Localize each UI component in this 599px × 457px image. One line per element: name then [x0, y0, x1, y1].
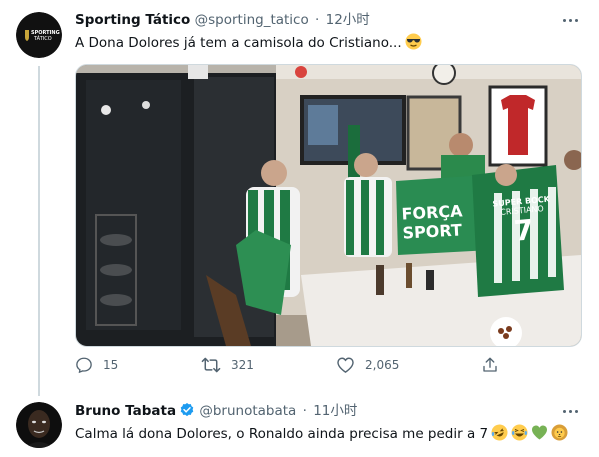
retweet-button[interactable]: 321 [201, 356, 254, 374]
user-handle[interactable]: @brunotabata [199, 403, 296, 419]
tweet-1-text: A Dona Dolores já tem a camisola do Cris… [75, 33, 422, 55]
heart-icon [336, 356, 355, 374]
separator-dot: · [315, 12, 320, 28]
jersey-text: SUPER BOCK CRISTIANO 7 [486, 194, 560, 250]
display-name[interactable]: Bruno Tabata [75, 403, 176, 419]
green-heart-emoji-icon [531, 424, 548, 446]
grinning-squinting-face-emoji-icon [511, 424, 528, 446]
tweet-text: Calma lá dona Dolores, o Ronaldo ainda p… [75, 426, 489, 442]
tweet-1-header: Sporting Tático @sporting_tatico · 12小时 [75, 11, 370, 29]
more-options-icon[interactable] [560, 13, 580, 27]
share-button[interactable] [481, 356, 499, 374]
lion-face-emoji-icon [551, 424, 568, 446]
tweet-video-media[interactable]: FORÇA SPORT SUPER BOCK CRISTIANO 7 [75, 64, 582, 347]
timestamp[interactable]: 12小时 [326, 12, 370, 28]
like-count: 2,065 [365, 358, 400, 372]
flag-text-line-2: SPORT [402, 220, 463, 243]
bruno-tabata-avatar[interactable] [16, 402, 62, 448]
sporting-tatico-avatar[interactable]: SPORTING TÁTICO [16, 12, 62, 58]
user-handle[interactable]: @sporting_tatico [195, 12, 309, 28]
tweet-2-text: Calma lá dona Dolores, o Ronaldo ainda p… [75, 424, 568, 446]
more-options-icon[interactable] [560, 404, 580, 418]
timestamp[interactable]: 11小时 [313, 403, 357, 419]
tweet-1-actions: 15 321 2,065 [75, 356, 580, 378]
verified-badge-icon [179, 402, 195, 423]
rolling-on-floor-laughing-emoji-icon [491, 424, 508, 446]
reply-icon [75, 356, 93, 374]
thread-connector-line [38, 66, 40, 396]
flag-text: FORÇA SPORT [401, 201, 464, 242]
reply-button[interactable]: 15 [75, 356, 118, 374]
tweet-2-header: Bruno Tabata @brunotabata · 11小时 [75, 402, 357, 423]
separator-dot: · [302, 403, 307, 419]
tweet-2[interactable]: Bruno Tabata @brunotabata · 11小时 Calma l… [0, 392, 599, 457]
share-icon [481, 356, 499, 374]
reply-count: 15 [103, 358, 119, 372]
jersey-number: 7 [512, 213, 535, 248]
tweet-text: A Dona Dolores já tem a camisola do Cris… [75, 35, 402, 51]
retweet-icon [201, 356, 221, 374]
svg-text:TÁTICO: TÁTICO [33, 35, 52, 42]
display-name[interactable]: Sporting Tático [75, 12, 190, 28]
sunglasses-emoji-icon [405, 33, 422, 55]
like-button[interactable]: 2,065 [336, 356, 399, 374]
retweet-count: 321 [231, 358, 254, 372]
tweet-1[interactable]: SPORTING TÁTICO Sporting Tático @sportin… [0, 0, 599, 396]
